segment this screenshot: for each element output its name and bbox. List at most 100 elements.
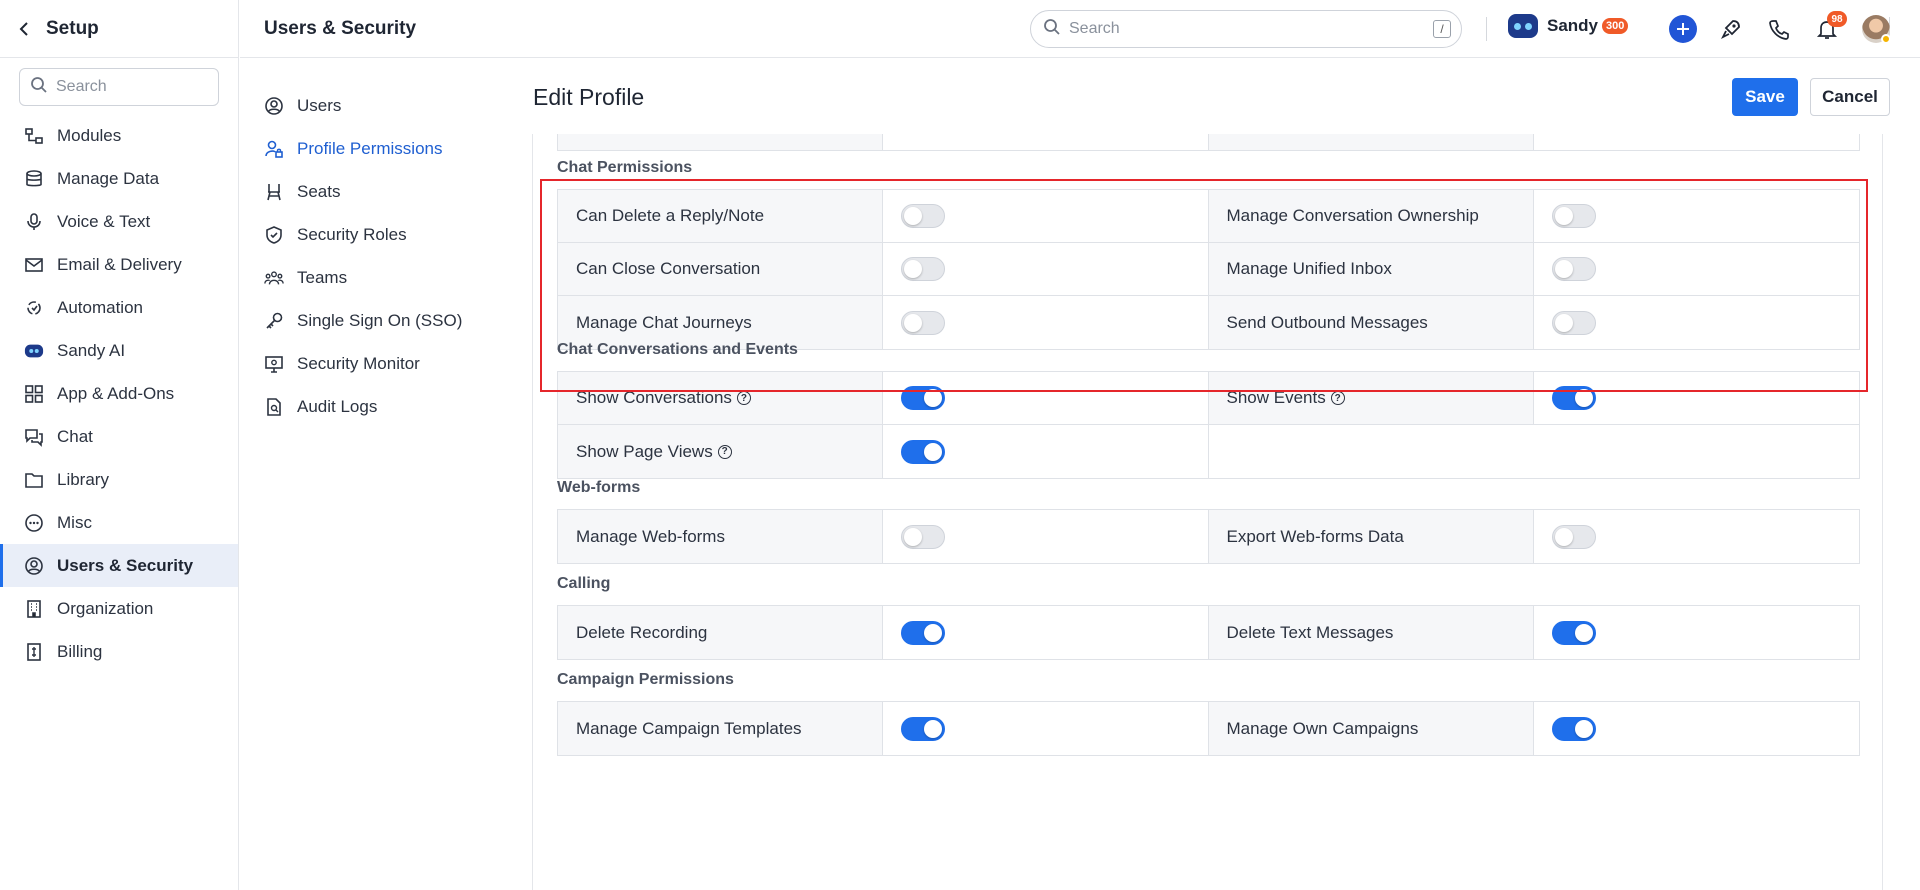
search-icon bbox=[1043, 18, 1061, 41]
permission-label-cell: Delete Recording bbox=[558, 606, 884, 659]
permission-control-cell bbox=[883, 425, 1209, 478]
permission-grid: Manage Web-forms Export Web-forms Data bbox=[557, 509, 1860, 564]
sidebar-search-input[interactable] bbox=[56, 78, 216, 96]
chair-icon bbox=[264, 182, 284, 202]
subnav-item-profile-permissions[interactable]: Profile Permissions bbox=[240, 127, 522, 170]
notifications-button[interactable]: 98 bbox=[1813, 11, 1847, 43]
sidebar-item-label: Sandy AI bbox=[57, 340, 126, 360]
permission-toggle[interactable] bbox=[901, 439, 946, 464]
permission-toggle[interactable] bbox=[1551, 257, 1596, 281]
permission-label-cell: Export Web-forms Data bbox=[1208, 510, 1534, 563]
sidebar-item-label: Voice & Text bbox=[57, 211, 151, 231]
permission-toggle[interactable] bbox=[1551, 524, 1596, 549]
permission-section: Chat Conversations and Events Show Conver… bbox=[557, 340, 1860, 479]
cancel-button[interactable]: Cancel bbox=[1810, 78, 1890, 116]
permission-toggle[interactable] bbox=[1551, 620, 1596, 645]
permission-label-cell: Can Close Conversation bbox=[558, 243, 884, 295]
help-icon[interactable]: ? bbox=[736, 391, 751, 405]
permission-toggle[interactable] bbox=[901, 524, 946, 549]
permission-row: Can Delete a Reply/Note Manage Conversati… bbox=[558, 190, 1859, 243]
permission-label: Send Outbound Messages bbox=[1226, 312, 1428, 332]
permission-toggle[interactable] bbox=[901, 310, 946, 335]
rocket-button[interactable] bbox=[1717, 15, 1745, 43]
permission-toggle[interactable] bbox=[1551, 386, 1596, 410]
sidebar-item-users-security[interactable]: Users & Security bbox=[0, 544, 238, 587]
permission-toggle[interactable] bbox=[901, 620, 946, 645]
subnav-item-label: Single Sign On (SSO) bbox=[297, 310, 463, 330]
sidebar-item-label: Organization bbox=[57, 598, 154, 618]
sidebar-item-voice-text[interactable]: Voice & Text bbox=[0, 200, 238, 243]
permission-toggle[interactable] bbox=[1551, 310, 1596, 335]
permission-label-cell: Show Page Views? bbox=[558, 425, 884, 478]
sidebar-item-sandy-ai[interactable]: Sandy AI bbox=[0, 329, 238, 372]
permission-row: Show Page Views? bbox=[558, 425, 1859, 478]
sidebar-item-email-delivery[interactable]: Email & Delivery bbox=[0, 243, 238, 286]
user-avatar[interactable] bbox=[1862, 15, 1891, 44]
key-icon bbox=[264, 311, 284, 331]
sidebar-item-manage-data[interactable]: Manage Data bbox=[0, 157, 238, 200]
section-title: Campaign Permissions bbox=[557, 671, 734, 688]
permission-toggle[interactable] bbox=[901, 204, 946, 228]
permission-label-cell: Delete Text Messages bbox=[1208, 606, 1534, 659]
permission-grid: Manage Campaign Templates Manage Own Camp… bbox=[557, 701, 1860, 756]
subnav-item-single-sign-on-sso[interactable]: Single Sign On (SSO) bbox=[240, 299, 522, 342]
sidebar-item-chat[interactable]: Chat bbox=[0, 415, 238, 458]
quick-add-button[interactable] bbox=[1669, 15, 1697, 43]
subnav-item-teams[interactable]: Teams bbox=[240, 256, 522, 299]
subnav-item-users[interactable]: Users bbox=[240, 84, 522, 127]
permission-label-cell: Manage Conversation Ownership bbox=[1208, 190, 1534, 242]
subnav-item-seats[interactable]: Seats bbox=[240, 170, 522, 213]
permission-toggle[interactable] bbox=[901, 386, 946, 410]
status-dot bbox=[1881, 34, 1891, 44]
permission-toggle[interactable] bbox=[1551, 204, 1596, 228]
permission-label-cell: Manage Web-forms bbox=[558, 510, 884, 563]
permission-label: Manage Chat Journeys bbox=[576, 312, 752, 332]
sidebar-item-label: Billing bbox=[57, 641, 103, 661]
permission-grid: Can Delete a Reply/Note Manage Conversati… bbox=[557, 189, 1860, 350]
sidebar-item-organization[interactable]: Organization bbox=[0, 587, 238, 630]
permission-label: Show Events bbox=[1226, 388, 1326, 407]
permission-toggle[interactable] bbox=[901, 257, 946, 281]
global-search-input[interactable] bbox=[1069, 20, 1409, 38]
monitor-icon bbox=[264, 354, 284, 374]
search-icon bbox=[30, 76, 48, 99]
sidebar-item-label: Automation bbox=[57, 297, 143, 317]
subnav-item-audit-logs[interactable]: Audit Logs bbox=[240, 385, 522, 428]
permission-grid: Show Conversations? Show Events? Show Page… bbox=[557, 371, 1860, 479]
subnav-item-security-monitor[interactable]: Security Monitor bbox=[240, 342, 522, 385]
sidebar-search[interactable] bbox=[19, 68, 219, 106]
permissions-panel: Chat Permissions Can Delete a Reply/Note M… bbox=[532, 134, 1883, 890]
permission-toggle[interactable] bbox=[901, 716, 946, 741]
permission-label: Delete Recording bbox=[576, 622, 708, 642]
global-search[interactable]: / bbox=[1030, 10, 1462, 48]
permission-grid: Delete Recording Delete Text Messages bbox=[557, 605, 1860, 660]
permission-label-cell: Show Events? bbox=[1208, 372, 1534, 424]
apps-grid-icon bbox=[24, 384, 44, 404]
sidebar-item-billing[interactable]: Billing bbox=[0, 630, 238, 673]
phone-button[interactable] bbox=[1765, 15, 1793, 43]
permission-label: Manage Unified Inbox bbox=[1226, 259, 1392, 278]
sidebar-item-automation[interactable]: Automation bbox=[0, 286, 238, 329]
subnav-item-label: Teams bbox=[297, 267, 348, 287]
help-icon[interactable]: ? bbox=[1330, 391, 1345, 405]
sidebar-item-app-add-ons[interactable]: App & Add-Ons bbox=[0, 372, 238, 415]
sidebar-item-modules[interactable]: Modules bbox=[0, 114, 238, 157]
back-chevron-icon[interactable] bbox=[14, 19, 34, 39]
permission-row: Show Conversations? Show Events? bbox=[558, 372, 1859, 425]
empty-cell bbox=[1209, 425, 1859, 478]
rocket-icon bbox=[1720, 20, 1740, 40]
subnav-item-security-roles[interactable]: Security Roles bbox=[240, 213, 522, 256]
sidebar-item-library[interactable]: Library bbox=[0, 458, 238, 501]
subnav-item-label: Audit Logs bbox=[297, 396, 378, 416]
sidebar-item-label: App & Add-Ons bbox=[57, 383, 175, 403]
previous-section-row bbox=[557, 134, 1860, 151]
help-icon[interactable]: ? bbox=[717, 444, 732, 459]
permission-control-cell bbox=[883, 702, 1209, 755]
save-button[interactable]: Save bbox=[1732, 78, 1798, 116]
permission-row: Manage Campaign Templates Manage Own Camp… bbox=[558, 702, 1859, 755]
sandy-ai-button[interactable]: Sandy 300 bbox=[1508, 14, 1629, 38]
sidebar-item-label: Chat bbox=[57, 426, 93, 446]
sidebar-item-misc[interactable]: Misc bbox=[0, 501, 238, 544]
sidebar-header: Setup bbox=[0, 0, 238, 58]
permission-toggle[interactable] bbox=[1551, 716, 1596, 741]
